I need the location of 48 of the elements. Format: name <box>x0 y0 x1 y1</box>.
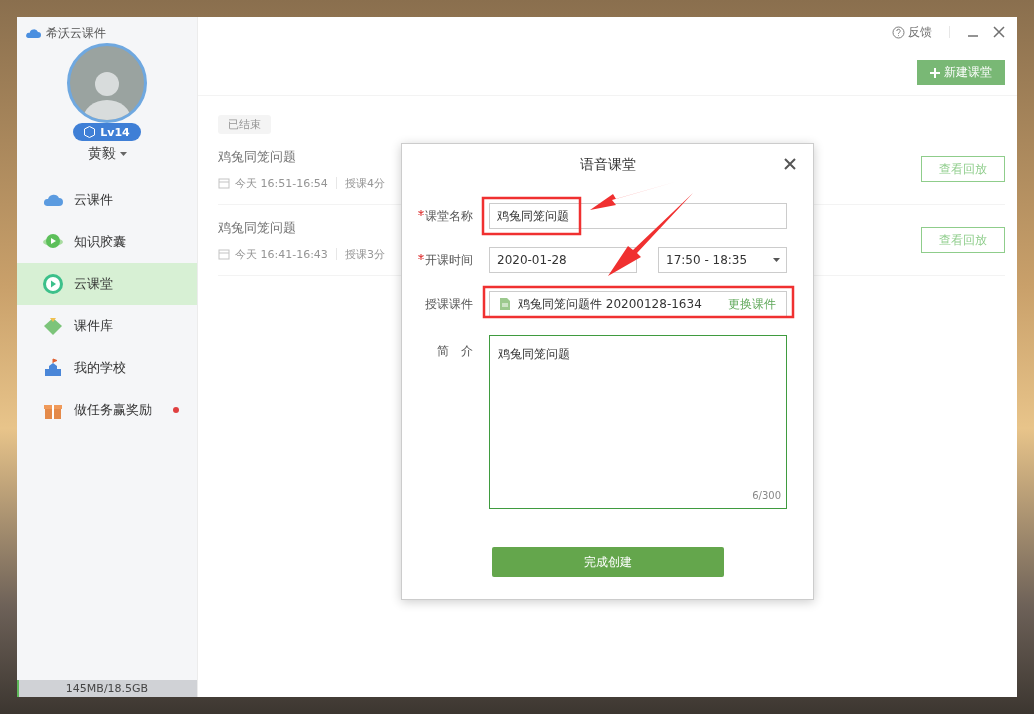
close-button[interactable] <box>783 157 797 171</box>
class-name-input[interactable]: 鸡兔同笼问题 <box>489 203 787 229</box>
caret-icon[interactable] <box>119 152 127 156</box>
lesson-time: 今天 16:51-16:54 <box>235 175 328 191</box>
lesson-title: 鸡兔同笼问题 <box>218 147 297 166</box>
plus-icon <box>930 67 940 78</box>
close-icon <box>783 157 797 171</box>
document-icon <box>500 298 510 310</box>
user-name[interactable]: 黄毅 <box>87 145 116 163</box>
sidebar-item[interactable]: 云课件 <box>17 179 197 221</box>
sidebar-item-label: 云课件 <box>74 191 113 209</box>
time-range-select[interactable]: 17:50 - 18:35 <box>658 247 787 273</box>
field-label: 简 介 <box>436 343 473 360</box>
lesson-duration: 授课3分 <box>344 246 385 262</box>
sidebar-item[interactable]: 课件库 <box>17 305 197 347</box>
lesson-title: 鸡兔同笼问题 <box>218 218 297 237</box>
lesson-duration: 授课4分 <box>344 175 385 191</box>
cloud-logo-icon <box>25 27 41 39</box>
storage-text: 145MB/18.5GB <box>65 682 149 695</box>
level-badge: Lv14 <box>73 123 141 141</box>
field-label: 课堂名称 <box>418 207 473 225</box>
sidebar-item-label: 做任务赢奖励 <box>74 401 152 419</box>
calendar-icon <box>218 177 230 189</box>
question-bubble-icon <box>892 25 905 39</box>
sidebar-item-label: 课件库 <box>74 317 113 335</box>
calendar-icon <box>218 248 230 260</box>
lesson-time: 今天 16:41-16:43 <box>235 246 328 262</box>
courseware-name: 鸡兔同笼问题件 20200128-1634 <box>518 295 703 313</box>
sidebar-item[interactable]: 知识胶囊 <box>17 221 197 263</box>
sidebar-item[interactable]: 云课堂 <box>17 263 197 305</box>
sidebar-item[interactable]: 我的学校 <box>17 347 197 389</box>
close-icon[interactable] <box>993 26 1005 38</box>
school-building-icon <box>42 357 64 379</box>
date-input[interactable]: 2020-01-28 <box>489 247 637 273</box>
play-circle-icon <box>42 273 64 295</box>
sidebar-item-label: 知识胶囊 <box>74 233 126 251</box>
sidebar-item-label: 云课堂 <box>74 275 113 293</box>
caret-icon <box>773 258 780 262</box>
character-counter: 6/300 <box>752 490 781 501</box>
dialog-title: 语音课堂 <box>579 156 636 174</box>
hexagon-icon <box>84 126 96 138</box>
feedback-link[interactable]: 反馈 <box>892 23 932 41</box>
sidebar-item[interactable]: 做任务赢奖励 <box>17 389 197 431</box>
sidebar-item-label: 我的学校 <box>74 359 126 377</box>
field-label: 开课时间 <box>418 251 473 269</box>
status-tag: 已结束 <box>218 115 271 134</box>
app-title: 希沃云课件 <box>46 24 106 42</box>
field-label: 授课课件 <box>424 295 473 313</box>
